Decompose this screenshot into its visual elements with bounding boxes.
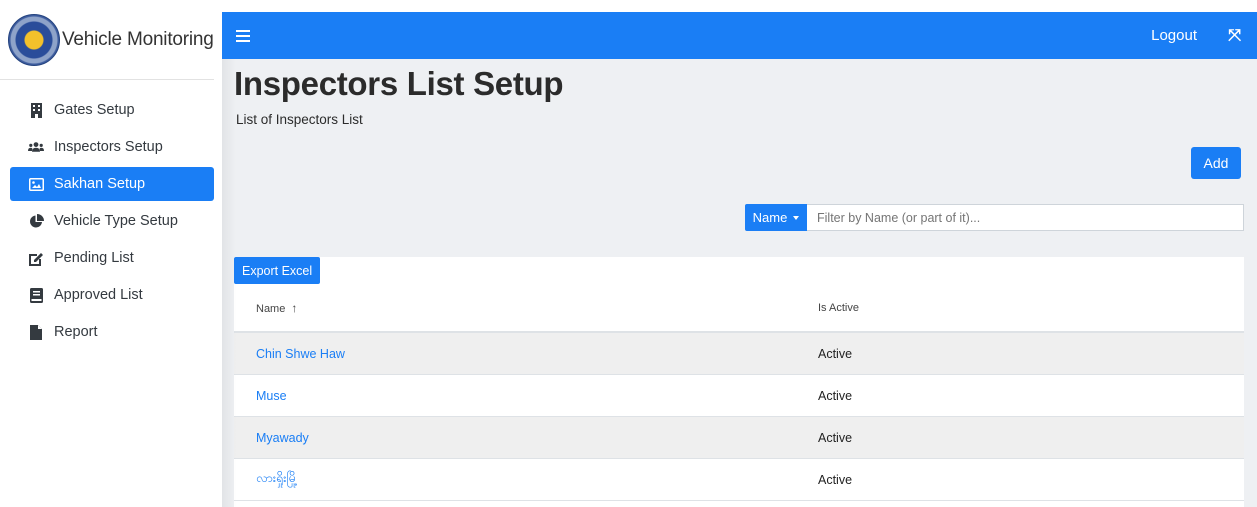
filter-field-dropdown[interactable]: Name bbox=[745, 204, 807, 231]
page-title: Inspectors List Setup bbox=[234, 65, 564, 102]
sidebar-item-gates-setup[interactable]: Gates Setup bbox=[10, 93, 214, 127]
status-cell: Active bbox=[818, 430, 853, 445]
table-row: လားရှိုးမြို့ Active bbox=[234, 459, 1244, 501]
logout-link[interactable]: Logout bbox=[1151, 27, 1197, 44]
sidebar: Vehicle Monitoring Gates Setup Inspector… bbox=[0, 0, 222, 507]
book-icon bbox=[28, 287, 44, 303]
file-icon bbox=[28, 324, 44, 340]
status-cell: Active bbox=[818, 472, 853, 487]
inspector-name-link[interactable]: Muse bbox=[256, 389, 287, 403]
inspector-name-link[interactable]: Chin Shwe Haw bbox=[256, 347, 345, 361]
top-navbar: Logout ⤧ bbox=[222, 12, 1257, 59]
brand[interactable]: Vehicle Monitoring bbox=[0, 0, 214, 80]
sidebar-item-label: Gates Setup bbox=[54, 102, 135, 118]
sidebar-item-inspectors-setup[interactable]: Inspectors Setup bbox=[10, 130, 214, 164]
brand-title: Vehicle Monitoring bbox=[62, 28, 214, 50]
inspectors-table: Export Excel Name ↑ Is Active Chin Shwe H… bbox=[234, 257, 1244, 507]
column-header-is-active[interactable]: Is Active bbox=[818, 302, 859, 314]
add-button[interactable]: Add bbox=[1191, 147, 1241, 179]
hamburger-icon[interactable] bbox=[236, 29, 250, 42]
sidebar-item-label: Pending List bbox=[54, 250, 134, 266]
column-header-name[interactable]: Name ↑ bbox=[256, 301, 297, 315]
status-cell: Active bbox=[818, 388, 853, 403]
sidebar-item-pending-list[interactable]: Pending List bbox=[10, 241, 214, 275]
sidebar-item-label: Inspectors Setup bbox=[54, 139, 163, 155]
sidebar-item-label: Report bbox=[54, 324, 98, 340]
edit-icon bbox=[28, 250, 44, 266]
sidebar-item-vehicle-type-setup[interactable]: Vehicle Type Setup bbox=[10, 204, 214, 238]
inspector-name-link[interactable]: လားရှိုးမြို့ bbox=[256, 471, 298, 489]
sidebar-item-label: Vehicle Type Setup bbox=[54, 213, 178, 229]
table-row: Chin Shwe Haw Active bbox=[234, 333, 1244, 375]
users-icon bbox=[28, 139, 44, 155]
export-excel-button[interactable]: Export Excel bbox=[234, 257, 321, 284]
table-row: Myawady Active bbox=[234, 417, 1244, 459]
image-icon bbox=[28, 176, 44, 192]
sidebar-item-label: Approved List bbox=[54, 287, 143, 303]
filter-input[interactable] bbox=[807, 204, 1244, 231]
sidebar-item-report[interactable]: Report bbox=[10, 315, 214, 349]
caret-down-icon bbox=[793, 215, 800, 220]
main-content: Inspectors List Setup List of Inspectors… bbox=[222, 59, 1257, 507]
seal-logo bbox=[8, 13, 60, 66]
page-subtitle: List of Inspectors List bbox=[236, 112, 363, 127]
expand-icon[interactable]: ⤧ bbox=[1228, 27, 1241, 45]
pie-chart-icon bbox=[28, 213, 44, 229]
inspector-name-link[interactable]: Myawady bbox=[256, 431, 309, 445]
sidebar-item-label: Sakhan Setup bbox=[54, 176, 146, 192]
table-header: Name ↑ Is Active bbox=[234, 285, 1244, 333]
filter-field-label: Name bbox=[752, 210, 788, 225]
sidebar-item-approved-list[interactable]: Approved List bbox=[10, 278, 214, 312]
status-cell: Active bbox=[818, 346, 853, 361]
building-icon bbox=[28, 102, 44, 118]
sort-up-icon: ↑ bbox=[291, 301, 298, 315]
sidebar-nav: Gates Setup Inspectors Setup Sakhan Setu… bbox=[0, 93, 222, 349]
table-row: Muse Active bbox=[234, 375, 1244, 417]
sidebar-item-sakhan-setup[interactable]: Sakhan Setup bbox=[10, 167, 214, 201]
filter-group: Name bbox=[745, 204, 1244, 231]
